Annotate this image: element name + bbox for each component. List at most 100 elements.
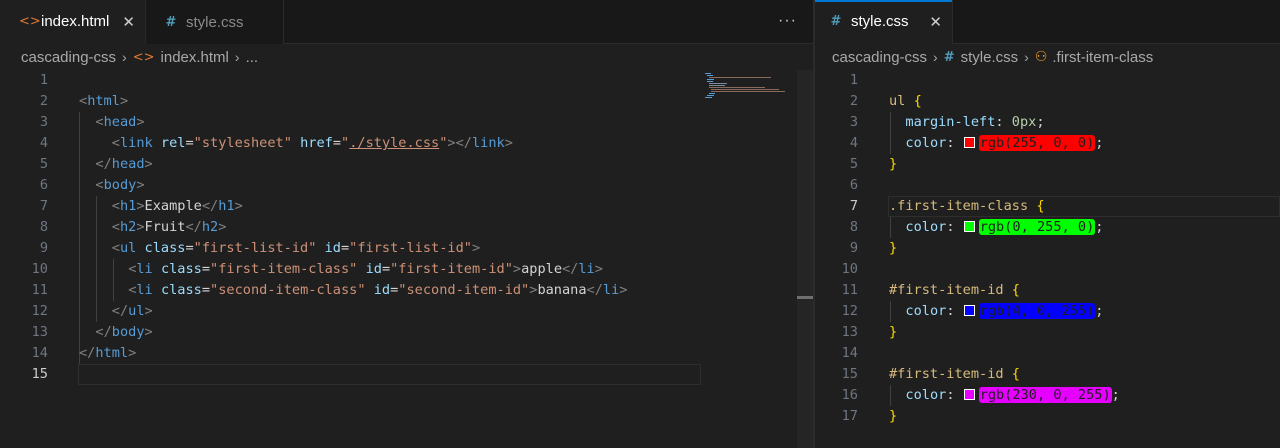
color-swatch-icon[interactable] <box>963 388 975 400</box>
code-token: html <box>95 345 129 361</box>
line-number: 1 <box>39 72 48 88</box>
code-token: > <box>619 282 628 298</box>
line-number: 2 <box>39 93 48 109</box>
css-file-icon: # <box>165 14 177 30</box>
code-text: color: rgb(0, 255, 0); <box>905 217 1103 238</box>
code-text: <h1>Example</h1> <box>112 196 243 217</box>
line-number: 13 <box>31 324 48 340</box>
code-token: class <box>144 240 186 256</box>
breadcrumb-symbol[interactable]: .first-item-class <box>1052 49 1153 66</box>
code-text: </head> <box>95 154 152 175</box>
tab-style-css[interactable]: # style.css <box>146 0 284 44</box>
code-token: </ <box>201 198 219 214</box>
code-token: "second-item-id" <box>398 282 530 298</box>
code-bracket: } <box>889 240 898 256</box>
code-text: color: rgb(255, 0, 0); <box>905 133 1103 154</box>
code-line: 6 <box>815 175 1280 196</box>
code-token: < <box>111 135 120 151</box>
html-code-editor[interactable]: 1 2 < html > 3 <head> 4 <link rel="stylesheet" h… <box>0 70 813 448</box>
code-bracket: } <box>889 324 898 340</box>
chevron-right-icon: › <box>933 49 938 65</box>
code-line: 17} <box>815 406 1280 427</box>
code-token: </ <box>79 345 96 361</box>
code-token: head <box>103 114 137 130</box>
code-bracket: } <box>889 156 898 172</box>
css-property: color <box>905 219 947 235</box>
code-text: #first-item-id { <box>889 364 1020 385</box>
close-icon[interactable]: ✕ <box>122 13 135 31</box>
code-text: color: rgb(230, 0, 255); <box>905 385 1120 406</box>
code-token: h2 <box>119 219 137 235</box>
code-text: <link rel="stylesheet" href="./style.css… <box>112 133 513 154</box>
css-property: color <box>905 303 947 319</box>
css-code-editor[interactable]: 1 2 ul {3 margin-left: 0px; 4 color: rgb(255,… <box>815 70 1280 448</box>
breadcrumb-folder[interactable]: cascading-css <box>21 49 116 66</box>
breadcrumb-file[interactable]: style.css <box>961 49 1019 66</box>
minimap[interactable] <box>703 72 785 100</box>
code-line: 10 <box>815 259 1280 280</box>
code-token: li <box>578 261 595 277</box>
code-token: </ <box>95 324 112 340</box>
color-swatch-icon[interactable] <box>963 136 975 148</box>
chevron-right-icon: › <box>122 49 127 65</box>
code-line: 4 <link rel="stylesheet" href="./style.cs… <box>0 133 813 154</box>
code-text: ul { <box>889 91 922 112</box>
code-token: > <box>144 303 153 319</box>
right-editor-group: # style.css ✕ cascading-css › # style.cs… <box>815 0 1280 448</box>
code-line: 7 <h1>Example</h1> <box>0 196 813 217</box>
code-token: "first-list-id" <box>193 240 317 256</box>
css-property: margin-left <box>905 114 996 130</box>
symbol-class-icon: ⚇ <box>1034 49 1048 65</box>
code-token: link <box>119 135 153 151</box>
code-line: 4 color: rgb(255, 0, 0); <box>815 133 1280 154</box>
code-token: < <box>95 114 104 130</box>
code-token: < <box>111 219 120 235</box>
code-text: } <box>889 154 897 175</box>
code-line: 1 <box>0 70 813 91</box>
code-line: 3 <head> <box>0 112 813 133</box>
breadcrumb-symbol[interactable]: ... <box>246 49 259 66</box>
code-line: 15 #first-item-id { <box>815 364 1280 385</box>
code-token: : <box>995 114 1012 130</box>
code-token: > <box>136 219 145 235</box>
chevron-right-icon: › <box>234 49 240 65</box>
line-number: 11 <box>841 282 858 298</box>
breadcrumb: cascading-css › # style.css › ⚇ .first-i… <box>815 44 1280 70</box>
code-token: ul <box>128 303 145 319</box>
line-number: 7 <box>39 198 48 214</box>
more-actions-button[interactable]: ··· <box>778 12 797 30</box>
code-token: </ <box>562 261 579 277</box>
tab-label: style.css <box>851 13 909 30</box>
line-number: 14 <box>31 345 48 361</box>
code-token: apple <box>521 261 562 277</box>
tab-index-html[interactable]: <> index.html ✕ <box>0 0 146 44</box>
code-token: > <box>136 198 145 214</box>
code-token: > <box>144 156 153 172</box>
color-swatch-icon[interactable] <box>963 304 975 316</box>
color-swatch-icon[interactable] <box>963 220 975 232</box>
tab-style-css[interactable]: # style.css ✕ <box>815 0 953 44</box>
css-selector: #first-item-id <box>889 366 1004 382</box>
code-bracket: { <box>1011 366 1020 382</box>
breadcrumb-folder[interactable]: cascading-css <box>832 49 927 66</box>
code-line: 2 ul { <box>815 91 1280 112</box>
breadcrumb-file[interactable]: index.html <box>161 49 229 66</box>
breadcrumb: cascading-css › <> index.html › ... <box>0 44 813 70</box>
code-text: <h2>Fruit</h2> <box>112 217 227 238</box>
code-line: 14 </html> <box>0 343 813 364</box>
code-token: href <box>300 135 333 151</box>
line-number: 2 <box>849 93 858 109</box>
code-token: : <box>946 387 963 403</box>
code-token: id <box>365 261 382 277</box>
code-token: li <box>136 261 153 277</box>
code-token: < <box>79 93 88 109</box>
close-icon[interactable]: ✕ <box>929 13 942 31</box>
code-token: > <box>144 324 153 340</box>
code-bracket: { <box>1036 198 1045 214</box>
code-line: 3 margin-left: 0px; <box>815 112 1280 133</box>
code-line: 10 <li class="first-item-class" id="first… <box>0 259 813 280</box>
code-token: > <box>136 114 145 130</box>
line-number: 14 <box>841 345 858 361</box>
